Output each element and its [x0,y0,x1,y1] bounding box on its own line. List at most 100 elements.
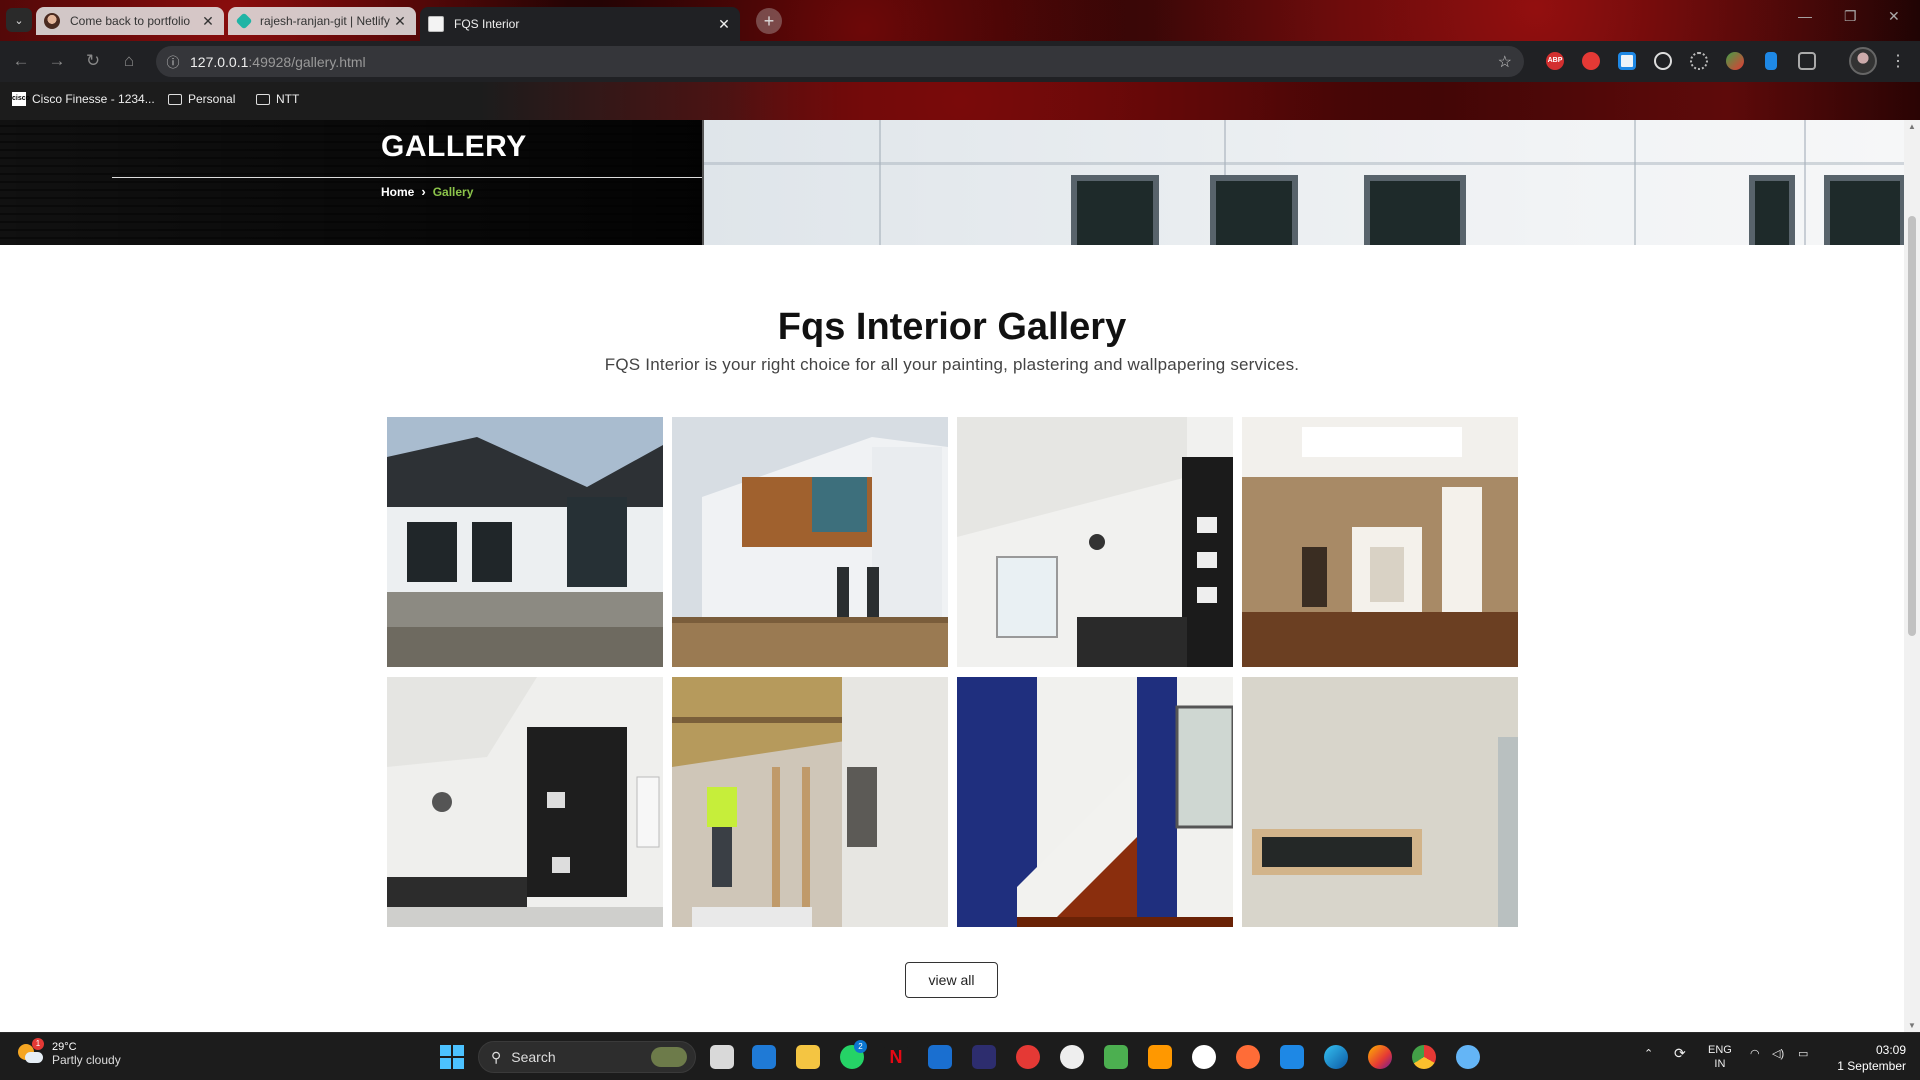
tab-title: rajesh-ranjan-git | Netlify [260,14,390,28]
panel-line [879,120,881,245]
page-title: GALLERY [381,130,527,163]
bookmark-label: Personal [188,92,236,106]
netflix-icon[interactable]: N [884,1045,908,1069]
gallery-image[interactable] [957,417,1233,667]
forward-arrow-icon[interactable]: → [46,50,68,72]
mongodb-compass-icon[interactable] [1192,1045,1216,1069]
scroll-up-icon[interactable]: ▲ [1908,122,1916,131]
profile-favicon-icon [44,13,60,29]
house-exterior-gable-photo [387,417,663,667]
notepad-icon[interactable] [1104,1045,1128,1069]
new-tab-button[interactable]: + [756,8,782,34]
tab-fqs-interior[interactable]: FQS Interior ✕ [420,7,740,41]
netlify-favicon-icon [235,12,253,30]
more-menu-icon[interactable]: ⋮ [1890,51,1906,71]
fqs-favicon-icon [428,16,444,32]
tab-search-button[interactable]: ⌄ [6,8,32,32]
amazon-music-icon[interactable] [972,1045,996,1069]
prime-video-icon[interactable] [928,1045,952,1069]
microsoft-store-icon[interactable] [752,1045,776,1069]
window [1824,175,1904,245]
file-explorer-icon[interactable] [796,1045,820,1069]
postman-icon[interactable] [1236,1045,1260,1069]
doc-icon[interactable] [1765,52,1777,70]
living-room-ceiling-fan-photo [957,417,1233,667]
bookmark-folder-ntt[interactable]: NTT [256,92,299,106]
target-icon[interactable] [1654,52,1672,70]
whatsapp-badge: 2 [854,1040,867,1053]
language-indicator[interactable]: ENG IN [1708,1043,1732,1071]
chevron-right-icon: › [421,184,426,199]
gallery-image[interactable] [672,417,948,667]
pdf-icon[interactable] [1582,52,1600,70]
maximize-icon[interactable]: ❐ [1844,8,1857,25]
react-icon[interactable] [1690,52,1708,70]
breadcrumb: Home › Gallery [381,184,473,199]
paint-icon[interactable] [1456,1045,1480,1069]
earth-icon[interactable] [1726,52,1744,70]
gallery-image[interactable] [957,677,1233,927]
url-path: :49928/gallery.html [248,53,366,70]
site-info-icon[interactable]: ⓘ [156,52,190,71]
breadcrumb-current: Gallery [432,184,474,199]
chrome-icon[interactable] [1412,1045,1436,1069]
weather-widget[interactable]: 1 29°C Partly cloudy [18,1038,121,1067]
abp-icon[interactable]: ABP [1546,52,1564,70]
gallery-image[interactable] [1242,417,1518,667]
search-label: Search [511,1049,556,1065]
breadcrumb-home-link[interactable]: Home [381,185,414,199]
page-scrollbar[interactable]: ▲ ▼ [1904,120,1920,1032]
close-icon[interactable]: ✕ [714,16,734,33]
firefox-icon[interactable] [1368,1045,1392,1069]
sublime-text-icon[interactable] [1148,1045,1172,1069]
trim-band [704,162,1904,165]
tab-netlify[interactable]: rajesh-ranjan-git | Netlify ✕ [228,7,416,35]
view-all-button[interactable]: view all [905,962,998,998]
scroll-down-icon[interactable]: ▼ [1908,1021,1916,1030]
chevron-up-icon[interactable]: ⌃ [1644,1047,1653,1061]
windows-taskbar: 1 29°C Partly cloudy ⚲ Search 2 N ⌃ ⟳ EN… [0,1032,1920,1080]
profile-avatar[interactable] [1849,47,1877,75]
wifi-icon[interactable]: ◠ [1750,1047,1760,1061]
github-icon[interactable] [1060,1045,1084,1069]
bookmark-folder-personal[interactable]: Personal [168,92,235,106]
close-window-icon[interactable]: ✕ [1888,8,1900,25]
gallery-image[interactable] [672,677,948,927]
taskbar-search-box[interactable]: ⚲ Search [478,1041,696,1073]
youtube-icon[interactable] [1016,1045,1040,1069]
battery-icon[interactable]: ▭ [1798,1047,1808,1061]
tab-portfolio[interactable]: Come back to portfolio ✕ [36,7,224,35]
gallery-image[interactable] [1242,677,1518,927]
clock-time: 03:09 [1875,1043,1906,1057]
ceiling-insulation-work-photo [672,677,948,927]
bookmark-cisco-finesse[interactable]: cisco Cisco Finesse - 1234... [12,92,155,106]
task-view-icon[interactable] [710,1045,734,1069]
gallery-grid [387,417,1518,927]
back-arrow-icon[interactable]: ← [10,50,32,72]
sync-icon[interactable]: ⟳ [1674,1046,1686,1060]
browser-tab-bar: ⌄ Come back to portfolio ✕ rajesh-ranjan… [0,0,1920,41]
whatsapp-icon[interactable]: 2 [840,1040,867,1069]
windows-start-button[interactable] [440,1045,464,1069]
gallery-image[interactable] [387,677,663,927]
lang-line2: IN [1714,1058,1726,1070]
scrollbar-thumb[interactable] [1908,216,1916,636]
close-icon[interactable]: ✕ [198,13,218,30]
vscode-icon[interactable] [1280,1045,1304,1069]
close-icon[interactable]: ✕ [390,13,410,30]
browser-toolbar: ← → ↻ ⌂ ⓘ 127.0.0.1:49928/gallery.html ☆… [0,41,1920,82]
puzzle-icon[interactable] [1798,52,1816,70]
volume-icon[interactable]: ◁) [1772,1047,1784,1061]
edge-icon[interactable] [1324,1045,1348,1069]
weather-temperature: 29°C [52,1041,77,1053]
reload-icon[interactable]: ↻ [82,50,104,72]
home-icon[interactable]: ⌂ [118,50,140,72]
address-bar[interactable]: ⓘ 127.0.0.1:49928/gallery.html ☆ [156,46,1524,77]
minimize-icon[interactable]: — [1798,8,1812,24]
bookmark-label: NTT [276,92,300,106]
bookmark-star-icon[interactable]: ☆ [1498,52,1512,72]
gallery-image[interactable] [387,417,663,667]
partly-cloudy-icon: 1 [18,1038,44,1066]
s-icon[interactable] [1618,52,1636,70]
taskbar-clock[interactable]: 03:09 1 September [1832,1042,1906,1074]
